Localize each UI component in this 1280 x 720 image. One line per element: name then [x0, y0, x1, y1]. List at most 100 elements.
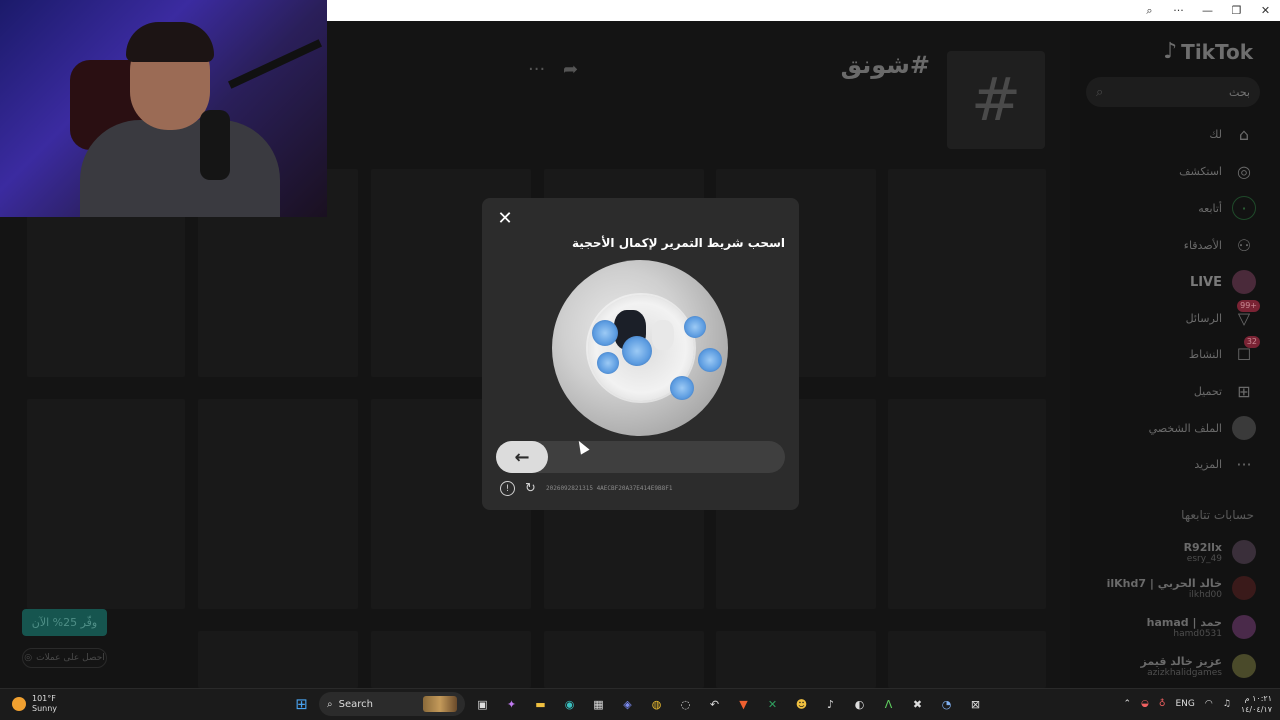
capcut-icon[interactable]: ◐ [848, 692, 871, 716]
captcha-slider-track[interactable]: ← [496, 441, 785, 473]
video-tile[interactable] [716, 631, 876, 688]
account-item[interactable]: عزيز خالد قيمز azizkhalidgames [1066, 649, 1256, 683]
live-icon [1232, 270, 1256, 294]
obs-icon[interactable]: ◌ [674, 692, 697, 716]
tiktok-logo[interactable]: ♪ TikTok [1163, 39, 1253, 64]
steam-icon[interactable]: ◔ [935, 692, 958, 716]
messages-icon: ▽ +99 [1232, 300, 1260, 330]
nav-following[interactable]: · أتابعه [1086, 195, 1256, 221]
app-icon[interactable]: ↶ [703, 692, 726, 716]
tiktok-app: ⌕ ··· — ❐ ✕ ··· ➦ #شونق # ♪ TikTok بحث ⌕… [0, 0, 1280, 688]
microphone-icon[interactable]: ♁ [1159, 699, 1166, 709]
task-view-icon[interactable]: ▣ [471, 692, 494, 716]
chevron-up-icon[interactable]: ⌃ [1123, 699, 1131, 709]
emoji-app-icon[interactable]: ☻ [790, 692, 813, 716]
search-highlight-image [423, 696, 457, 712]
taskbar-search[interactable]: ⌕ Search [319, 692, 465, 716]
video-tile[interactable] [371, 631, 531, 688]
search-label: Search [338, 698, 373, 710]
close-window-button[interactable]: ✕ [1251, 0, 1280, 21]
copilot-icon[interactable]: ✦ [500, 692, 523, 716]
nav-label: أتابعه [1198, 201, 1222, 215]
volume-icon[interactable]: ♫ [1223, 699, 1231, 709]
info-icon[interactable]: ! [500, 481, 515, 496]
nav-label: LIVE [1189, 274, 1222, 290]
nav-more[interactable]: ··· المزيد [1086, 451, 1256, 477]
video-tile[interactable] [198, 399, 358, 609]
avatar [1232, 540, 1256, 564]
search-input[interactable] [1130, 85, 1250, 99]
account-item[interactable]: R92llx esry_49 [1066, 535, 1256, 569]
nav-friends[interactable]: ⚇ الأصدقاء [1086, 232, 1256, 258]
video-tile[interactable] [888, 169, 1046, 377]
sidebar: ♪ TikTok ⌕ ⌂ لك ◎ استكشف · أتابعه ⚇ الأص… [1070, 21, 1280, 688]
captcha-code: 2026092821315 4AECBF20A37E414E9B8F1 [546, 485, 673, 492]
activity-icon: ☐ 32 [1232, 336, 1260, 366]
video-tile[interactable] [888, 631, 1046, 688]
more-icon: ··· [1236, 454, 1252, 474]
nav-messages[interactable]: ▽ +99 الرسائل [1086, 300, 1260, 331]
nav-label: الرسائل [1185, 311, 1222, 325]
app-x-icon[interactable]: ✖ [906, 692, 929, 716]
refresh-icon[interactable]: ↻ [523, 481, 538, 496]
promo-sub-label: احصل على عملات [36, 653, 105, 663]
video-tile[interactable] [198, 631, 358, 688]
store-icon[interactable]: ▦ [587, 692, 610, 716]
video-tile[interactable] [888, 399, 1046, 609]
search-icon[interactable]: ⌕ [1096, 85, 1103, 100]
nav-label: الأصدقاء [1183, 238, 1222, 252]
account-handle: ilkhd00 [1188, 589, 1222, 600]
nav-label: استكشف [1179, 164, 1222, 178]
language-indicator[interactable]: ENG [1175, 699, 1194, 709]
coins-promo-button[interactable]: وفّر 25% الآن [22, 609, 107, 636]
messages-badge: +99 [1237, 300, 1260, 312]
nav-live[interactable]: LIVE [1086, 269, 1256, 295]
hashtag-avatar: # [947, 51, 1045, 149]
nav-profile[interactable]: الملف الشخصي [1086, 415, 1256, 441]
clock-date: ١٤/٠٤/١٧ [1240, 705, 1272, 714]
minimize-button[interactable]: — [1193, 0, 1222, 21]
brave-icon[interactable]: ▼ [732, 692, 755, 716]
more-options-icon[interactable]: ··· [528, 59, 545, 80]
edge-icon[interactable]: ◉ [558, 692, 581, 716]
nav-for-you[interactable]: ⌂ لك [1086, 121, 1256, 147]
nav-label: المزيد [1194, 457, 1222, 471]
tiktok-note-icon: ♪ [1163, 39, 1178, 64]
tray-app-icon[interactable]: ◒ [1141, 699, 1149, 709]
file-explorer-icon[interactable]: ▬ [529, 692, 552, 716]
clock[interactable]: ١٠:٢١ م ١٤/٠٤/١٧ [1241, 693, 1272, 715]
tiktok-icon[interactable]: ♪ [819, 692, 842, 716]
maximize-button[interactable]: ❐ [1222, 0, 1251, 21]
account-name: R92llx [1183, 540, 1222, 554]
more-icon[interactable]: ··· [1164, 0, 1193, 21]
chrome-icon[interactable]: ◍ [645, 692, 668, 716]
upload-icon: ⊞ [1237, 381, 1251, 401]
excel-icon[interactable]: ✕ [761, 692, 784, 716]
account-item[interactable]: حمد | hamad hamd0531 [1066, 610, 1256, 644]
nav-upload[interactable]: ⊞ تحميل [1086, 378, 1256, 404]
discord-icon[interactable]: ◈ [616, 692, 639, 716]
account-name: حمد | hamad [1146, 615, 1222, 629]
video-tile[interactable] [544, 631, 704, 688]
capcut-alt-icon[interactable]: ⊠ [964, 692, 987, 716]
close-icon[interactable]: ✕ [496, 210, 514, 228]
windows-start-icon[interactable]: ⊞ [290, 692, 313, 716]
weather-widget[interactable]: 101°F Sunny [12, 694, 57, 714]
app-a-icon[interactable]: Λ [877, 692, 900, 716]
captcha-title: اسحب شريط التمرير لإكمال الأحجية [572, 236, 785, 250]
search-box[interactable]: ⌕ [1086, 77, 1260, 107]
wifi-icon[interactable]: ◠ [1205, 699, 1213, 709]
video-tile[interactable] [27, 399, 185, 609]
info-glyph: ! [505, 483, 510, 494]
account-item[interactable]: خالد الحربي | ilKhd7 ilkhd00 [1066, 571, 1256, 605]
nav-activity[interactable]: ☐ 32 النشاط [1086, 336, 1260, 367]
slider-handle[interactable]: ← [496, 441, 548, 473]
share-icon[interactable]: ➦ [563, 59, 578, 80]
account-handle: esry_49 [1186, 553, 1222, 564]
activity-badge: 32 [1243, 336, 1260, 348]
zoom-icon[interactable]: ⌕ [1135, 0, 1164, 21]
webcam-overlay [0, 0, 327, 217]
get-coins-button[interactable]: احصل على عملات ◎ [22, 648, 107, 668]
nav-explore[interactable]: ◎ استكشف [1086, 158, 1256, 184]
search-icon: ⌕ [327, 698, 333, 710]
